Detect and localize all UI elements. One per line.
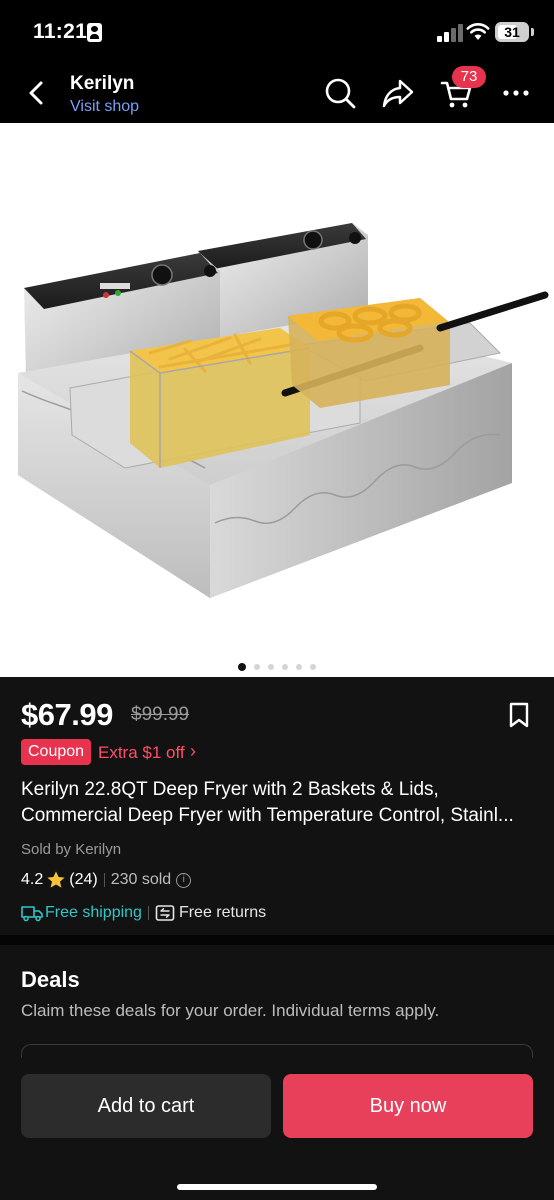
- product-title-line: Kerilyn 22.8QT Deep Fryer with 2 Baskets…: [21, 779, 439, 800]
- buy-now-button[interactable]: Buy now: [283, 1074, 533, 1138]
- product-title-line: Commercial Deep Fryer with Temperature C…: [21, 805, 514, 826]
- deals-subtitle: Claim these deals for your order. Indivi…: [21, 1001, 440, 1020]
- carousel-dot[interactable]: [310, 663, 316, 670]
- return-box-icon: [155, 905, 175, 921]
- share-icon[interactable]: [381, 76, 415, 110]
- status-bar: 11:21 31: [0, 0, 554, 62]
- search-icon[interactable]: [323, 76, 357, 110]
- carousel-dot[interactable]: [254, 663, 260, 670]
- battery-level-text: 31: [504, 24, 520, 40]
- chevron-right-icon[interactable]: ›: [190, 741, 196, 762]
- battery-tip: [531, 28, 534, 36]
- id-card-icon: [87, 23, 102, 42]
- divider: [103, 873, 105, 887]
- cart-count-badge: 73: [452, 66, 486, 88]
- divider: [147, 906, 149, 920]
- wifi-icon: [466, 23, 490, 40]
- carousel-dots[interactable]: [0, 658, 554, 671]
- add-to-cart-button[interactable]: Add to cart: [21, 1074, 271, 1138]
- rating-row[interactable]: 4.2 (24) 230 sold i: [21, 870, 192, 890]
- info-icon[interactable]: i: [176, 872, 192, 888]
- rating-value: 4.2: [21, 871, 44, 888]
- carousel-dot[interactable]: [282, 663, 288, 670]
- free-shipping-label: Free shipping: [45, 904, 142, 921]
- shipping-row[interactable]: Free shipping Free returns: [21, 904, 266, 922]
- seller-name[interactable]: Sold by Kerilyn: [21, 841, 121, 858]
- nav-bar: Kerilyn Visit shop 73: [0, 62, 554, 123]
- free-returns-label: Free returns: [178, 904, 267, 921]
- coupon-offer[interactable]: Extra $1 off: [98, 743, 185, 763]
- product-image-carousel[interactable]: [0, 123, 554, 677]
- home-indicator[interactable]: [177, 1184, 377, 1190]
- star-icon: [47, 871, 65, 888]
- product-photo: [18, 223, 549, 598]
- cellular-signal-icon: [437, 24, 463, 42]
- bookmark-icon[interactable]: [507, 702, 531, 728]
- battery-icon: 31: [495, 22, 529, 42]
- product-title: Kerilyn 22.8QT Deep Fryer with 2 Baskets…: [21, 777, 536, 829]
- sold-count: 230 sold: [110, 871, 172, 888]
- truck-icon: [21, 906, 43, 922]
- carousel-dot[interactable]: [238, 662, 246, 671]
- product-info: $67.99 $99.99 Coupon Extra $1 off › Keri…: [0, 677, 554, 935]
- back-arrow-icon[interactable]: [22, 78, 52, 108]
- deals-title: Deals: [21, 967, 80, 992]
- sale-price: $67.99: [21, 697, 113, 732]
- shop-name[interactable]: Kerilyn: [70, 73, 134, 95]
- status-time: 11:21: [33, 20, 88, 43]
- visit-shop-link[interactable]: Visit shop: [70, 98, 139, 116]
- more-options-icon[interactable]: [500, 76, 534, 110]
- section-divider: [0, 935, 554, 945]
- coupon-tag[interactable]: Coupon: [21, 739, 92, 765]
- carousel-dot[interactable]: [268, 663, 274, 670]
- review-count: (24): [69, 871, 98, 888]
- original-price: $99.99: [131, 704, 190, 725]
- carousel-dot[interactable]: [296, 663, 302, 670]
- bottom-action-bar: Add to cart Buy now: [0, 1058, 554, 1200]
